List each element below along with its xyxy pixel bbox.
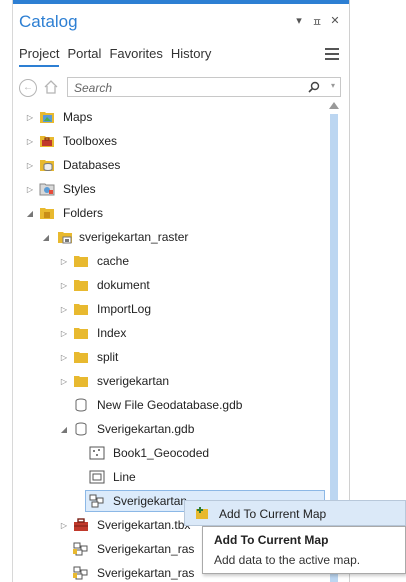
tab-portal[interactable]: Portal bbox=[67, 46, 101, 67]
tree-item-index[interactable]: ▷ Index bbox=[13, 322, 325, 346]
raster-dataset-icon bbox=[89, 494, 104, 508]
tree-item-label: Toolboxes bbox=[63, 134, 118, 148]
tree-item-importlog[interactable]: ▷ ImportLog bbox=[13, 298, 325, 322]
expand-arrow-icon[interactable]: ▷ bbox=[59, 281, 69, 290]
geodatabase-icon bbox=[75, 422, 87, 436]
add-data-icon bbox=[196, 507, 208, 519]
tooltip-title: Add To Current Map bbox=[214, 533, 329, 547]
folder-icon bbox=[74, 304, 88, 315]
collapse-arrow-icon[interactable]: ◢ bbox=[25, 209, 35, 218]
catalog-search-box: ▾ bbox=[67, 77, 341, 97]
tree-item-label: sverigekartan bbox=[97, 374, 170, 388]
toolbox-icon bbox=[40, 136, 54, 147]
tree-item-maps[interactable]: ▷ Maps bbox=[13, 106, 325, 130]
tree-item-folders[interactable]: ◢ Folders bbox=[13, 202, 325, 226]
tree-item-split[interactable]: ▷ split bbox=[13, 346, 325, 370]
pane-options-dropdown-icon[interactable]: ▾ bbox=[293, 14, 305, 30]
geodatabase-icon bbox=[75, 398, 87, 412]
expand-arrow-icon[interactable]: ▷ bbox=[59, 305, 69, 314]
tree-item-label: Sverigekartan.tbx bbox=[97, 518, 191, 532]
tooltip: Add To Current Map Add data to the activ… bbox=[202, 526, 406, 574]
search-icon[interactable] bbox=[308, 81, 320, 93]
tree-item-cache[interactable]: ▷ cache bbox=[13, 250, 325, 274]
tree-item-label: New File Geodatabase.gdb bbox=[97, 398, 243, 412]
context-menu-item-label: Add To Current Map bbox=[219, 507, 327, 521]
tree-item-label: Sverigekartan_ras bbox=[97, 566, 195, 580]
search-options-dropdown-icon[interactable]: ▾ bbox=[331, 81, 335, 90]
tree-item-label: Maps bbox=[63, 110, 93, 124]
tree-item-label: Book1_Geocoded bbox=[113, 446, 210, 460]
expand-arrow-icon[interactable]: ▷ bbox=[59, 257, 69, 266]
expand-arrow-icon[interactable]: ▷ bbox=[59, 377, 69, 386]
raster-layer-icon bbox=[73, 542, 88, 556]
collapse-arrow-icon[interactable]: ◢ bbox=[59, 425, 69, 434]
raster-layer-icon bbox=[73, 566, 88, 580]
line-feature-class-icon bbox=[89, 470, 105, 484]
expand-arrow-icon[interactable]: ▷ bbox=[25, 161, 35, 170]
tree-item-book1-geocoded[interactable]: Book1_Geocoded bbox=[13, 442, 325, 466]
folder-icon bbox=[74, 256, 88, 267]
tree-item-dokument[interactable]: ▷ dokument bbox=[13, 274, 325, 298]
tree-item-label: Index bbox=[97, 326, 127, 340]
database-folder-icon bbox=[40, 160, 54, 171]
styles-icon bbox=[39, 183, 55, 196]
tree-item-sverigekartan-gdb[interactable]: ◢ Sverigekartan.gdb bbox=[13, 418, 325, 442]
tree-item-toolboxes[interactable]: ▷ Toolboxes bbox=[13, 130, 325, 154]
tree-item-label: cache bbox=[97, 254, 130, 268]
tooltip-description: Add data to the active map. bbox=[214, 553, 361, 567]
catalog-tabs: Project Portal Favorites History bbox=[19, 46, 211, 67]
hamburger-menu-icon[interactable] bbox=[325, 48, 339, 60]
tree-item-sverigekartan-raster[interactable]: ◢ sverigekartan_raster bbox=[13, 226, 325, 250]
tree-item-label: Styles bbox=[63, 182, 96, 196]
pane-accent-bar bbox=[13, 0, 349, 4]
maps-icon bbox=[40, 112, 54, 123]
tree-item-databases[interactable]: ▷ Databases bbox=[13, 154, 325, 178]
tree-item-line[interactable]: Line bbox=[13, 466, 325, 490]
back-arrow-icon[interactable]: ← bbox=[19, 79, 37, 97]
tree-item-label: Sverigekartan bbox=[113, 494, 188, 508]
tree-item-label: Sverigekartan_ras bbox=[97, 542, 195, 556]
tree-item-label: Databases bbox=[63, 158, 121, 172]
folders-icon bbox=[40, 208, 54, 219]
folder-connection-icon bbox=[58, 232, 72, 244]
search-input[interactable] bbox=[72, 79, 296, 97]
tree-item-label: ImportLog bbox=[97, 302, 152, 316]
pane-title: Catalog bbox=[19, 12, 78, 31]
folder-icon bbox=[74, 376, 88, 387]
expand-arrow-icon[interactable]: ▷ bbox=[59, 353, 69, 362]
collapse-arrow-icon[interactable]: ◢ bbox=[41, 233, 51, 242]
catalog-nav-bar: ← ▾ bbox=[19, 77, 341, 99]
tree-item-new-file-geodatabase[interactable]: New File Geodatabase.gdb bbox=[13, 394, 325, 418]
expand-arrow-icon[interactable]: ▷ bbox=[25, 113, 35, 122]
pane-window-controls: ▾ ㅍ ✕ bbox=[293, 14, 341, 30]
tab-history[interactable]: History bbox=[171, 46, 211, 67]
tree-item-label: Sverigekartan.gdb bbox=[97, 422, 195, 436]
tree-item-sverigekartan[interactable]: ▷ sverigekartan bbox=[13, 370, 325, 394]
expand-arrow-icon[interactable]: ▷ bbox=[59, 521, 69, 530]
folder-icon bbox=[74, 328, 88, 339]
tree-item-label: split bbox=[97, 350, 119, 364]
expand-arrow-icon[interactable]: ▷ bbox=[25, 185, 35, 194]
tree-item-label: Folders bbox=[63, 206, 104, 220]
folder-icon bbox=[74, 352, 88, 363]
tab-project[interactable]: Project bbox=[19, 46, 60, 67]
toolbox-file-icon bbox=[74, 518, 88, 531]
folder-icon bbox=[74, 280, 88, 291]
tree-item-label: Line bbox=[113, 470, 136, 484]
catalog-pane: Catalog ▾ ㅍ ✕ Project Portal Favorites H… bbox=[12, 0, 350, 582]
home-icon[interactable] bbox=[43, 79, 59, 95]
tree-item-styles[interactable]: ▷ Styles bbox=[13, 178, 325, 202]
scroll-up-arrow-icon[interactable] bbox=[329, 102, 339, 109]
close-icon[interactable]: ✕ bbox=[329, 14, 341, 30]
tree-item-label: dokument bbox=[97, 278, 150, 292]
expand-arrow-icon[interactable]: ▷ bbox=[25, 137, 35, 146]
tab-favorites[interactable]: Favorites bbox=[109, 46, 162, 67]
context-menu-add-to-current-map[interactable]: Add To Current Map bbox=[184, 500, 406, 526]
pin-icon[interactable]: ㅍ bbox=[311, 14, 323, 30]
tree-item-label: sverigekartan_raster bbox=[79, 230, 189, 244]
expand-arrow-icon[interactable]: ▷ bbox=[59, 329, 69, 338]
point-feature-class-icon bbox=[89, 446, 105, 460]
